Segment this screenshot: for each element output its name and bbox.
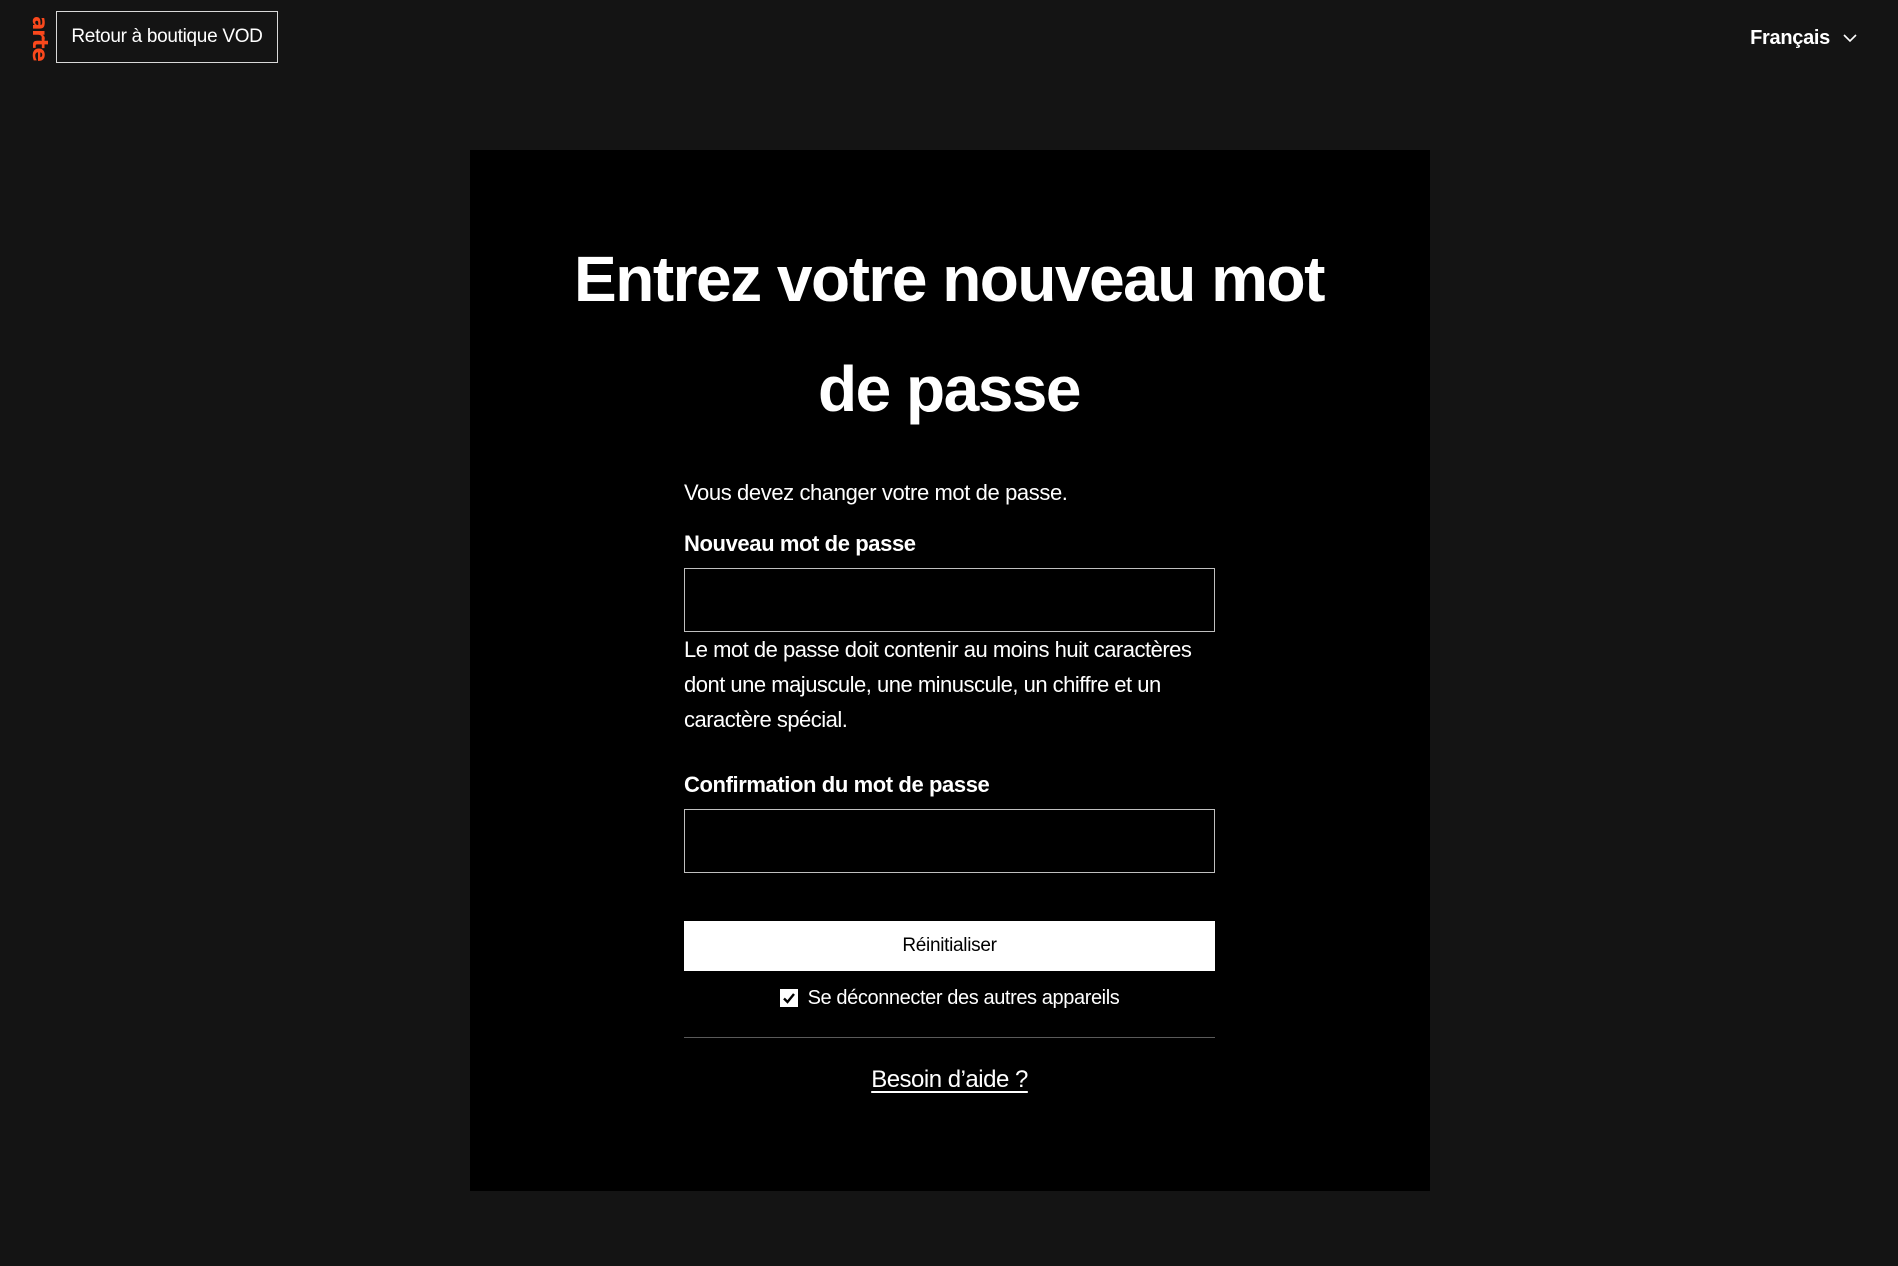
intro-text: Vous devez changer votre mot de passe. xyxy=(684,480,1068,505)
top-header: arte Retour à boutique VOD Français xyxy=(0,0,1898,76)
back-to-vod-store-button[interactable]: Retour à boutique VOD xyxy=(56,11,278,63)
divider xyxy=(684,1037,1215,1038)
page-title-text: Entrez votre nouveau mot de passe xyxy=(574,243,1325,425)
arte-logo-text: arte xyxy=(27,15,52,61)
logout-other-devices-label: Se déconnecter des autres appareils xyxy=(807,986,1120,1009)
chevron-down-icon xyxy=(1843,34,1857,43)
new-password-label: Nouveau mot de passe xyxy=(684,531,916,556)
checkmark-icon xyxy=(782,993,795,1004)
reset-password-form: Vous devez changer votre mot de passe. N… xyxy=(684,474,1215,1094)
logout-other-devices-row[interactable]: Se déconnecter des autres appareils xyxy=(684,971,1215,1025)
confirm-password-label: Confirmation du mot de passe xyxy=(684,772,990,797)
arte-logo[interactable]: arte xyxy=(26,12,52,64)
new-password-input[interactable] xyxy=(684,568,1215,632)
confirm-password-input[interactable] xyxy=(684,809,1215,873)
help-link[interactable]: Besoin d’aide ? xyxy=(684,1066,1215,1094)
reset-button[interactable]: Réinitialiser xyxy=(684,921,1215,971)
password-requirements-hint: Le mot de passe doit contenir au moins h… xyxy=(684,637,1192,732)
language-label: Français xyxy=(1750,26,1830,49)
language-selector[interactable]: Français xyxy=(1750,22,1858,54)
logout-other-devices-checkbox[interactable] xyxy=(779,989,798,1007)
page-title: Entrez votre nouveau mot de passe xyxy=(0,224,1898,444)
